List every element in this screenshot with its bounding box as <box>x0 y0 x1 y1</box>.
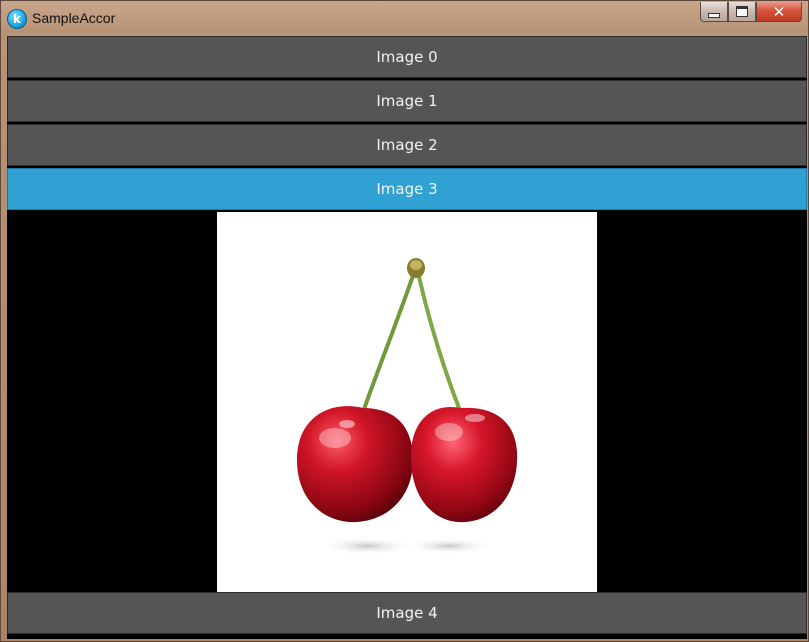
cherries-image <box>217 212 597 592</box>
maximize-icon <box>736 6 748 17</box>
caption-buttons: ✕ <box>700 2 802 24</box>
title-bar[interactable]: k SampleAccor ✕ <box>1 1 808 35</box>
accordion: Image 0 Image 1 Image 2 Image 3 Image 4 <box>7 36 807 639</box>
app-logo-icon: k <box>7 9 27 29</box>
accordion-panel-image-3 <box>7 212 807 592</box>
accordion-header-image-2[interactable]: Image 2 <box>7 124 807 166</box>
accordion-header-label: Image 0 <box>376 48 438 66</box>
minimize-icon <box>708 12 720 18</box>
accordion-header-label: Image 2 <box>376 136 438 154</box>
minimize-button[interactable] <box>700 2 728 22</box>
close-button[interactable]: ✕ <box>756 2 802 22</box>
app-window: k SampleAccor ✕ Image 0 Image 1 Image 2 … <box>0 0 809 642</box>
accordion-header-image-3[interactable]: Image 3 <box>7 168 807 210</box>
accordion-header-image-0[interactable]: Image 0 <box>7 36 807 78</box>
maximize-button[interactable] <box>728 2 756 22</box>
close-icon: ✕ <box>772 2 786 21</box>
accordion-header-label: Image 4 <box>376 604 438 622</box>
accordion-header-label: Image 1 <box>376 92 438 110</box>
accordion-header-image-1[interactable]: Image 1 <box>7 80 807 122</box>
window-title: SampleAccor <box>32 10 116 26</box>
accordion-header-label: Image 3 <box>376 180 438 198</box>
cherries-illustration <box>297 258 518 555</box>
accordion-header-image-4[interactable]: Image 4 <box>7 592 807 634</box>
